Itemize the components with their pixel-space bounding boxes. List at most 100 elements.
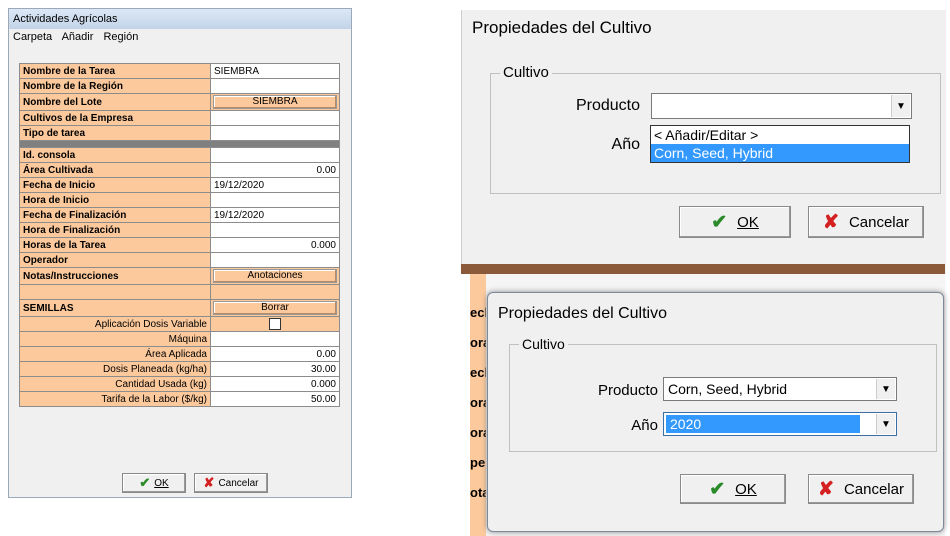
cultivo-group-label: Cultivo (500, 64, 552, 81)
row-value[interactable] (210, 222, 340, 238)
ok-button[interactable]: ✔ OK (680, 474, 786, 504)
row-value[interactable]: 19/12/2020 (210, 207, 340, 223)
grid-row: Hora de Inicio (19, 192, 340, 208)
cancel-label: Cancelar (848, 213, 909, 231)
row-value[interactable]: 0.00 (210, 346, 340, 362)
row-label: Máquina (19, 331, 211, 347)
ok-label: OK (154, 477, 169, 489)
row-label: Aplicación Dosis Variable (19, 316, 211, 332)
row-label: Cultivos de la Empresa (19, 110, 211, 126)
grid-row: Aplicación Dosis Variable (19, 316, 340, 332)
anio-value: 2020 (666, 415, 860, 433)
grid-row: Hora de Finalización (19, 222, 340, 238)
chevron-down-icon[interactable]: ▼ (891, 95, 910, 117)
grid-row: Cultivos de la Empresa (19, 110, 340, 126)
window-title: Actividades Agrícolas (9, 9, 351, 29)
dropdown-option-add-edit[interactable]: < Añadir/Editar > (651, 126, 909, 144)
row-label: SEMILLAS (19, 299, 211, 317)
anio-combobox[interactable]: 2020 ▼ (663, 412, 897, 436)
producto-label: Producto (597, 382, 658, 399)
grid-row: Área Cultivada 0.00 (19, 162, 340, 178)
producto-combobox[interactable]: ▼ (651, 93, 912, 119)
dropdown-option-corn[interactable]: Corn, Seed, Hybrid (651, 144, 909, 162)
menu-region[interactable]: Región (103, 31, 138, 43)
row-blank (210, 284, 340, 300)
grid-row: Cantidad Usada (kg) 0.000 (19, 376, 340, 392)
chevron-down-icon[interactable]: ▼ (876, 414, 895, 434)
row-value[interactable] (210, 125, 340, 141)
grid-row: Nombre del Lote SIEMBRA (19, 93, 340, 111)
check-icon: ✔ (139, 475, 151, 490)
row-label: Operador (19, 252, 211, 268)
row-button[interactable]: Anotaciones (213, 269, 337, 283)
ok-button[interactable]: ✔ OK (122, 473, 186, 493)
grid-row: Fecha de Finalización 19/12/2020 (19, 207, 340, 223)
grid-row: Tipo de tarea (19, 125, 340, 141)
row-button[interactable]: Borrar (213, 301, 337, 315)
background-label-column: ech ora ech ora ora pe ota (470, 274, 486, 536)
row-value[interactable] (210, 192, 340, 208)
row-value[interactable]: SIEMBRA (210, 63, 340, 79)
row-label: Nombre de la Tarea (19, 63, 211, 79)
grid-separator (19, 140, 340, 148)
row-value[interactable] (210, 147, 340, 163)
row-value[interactable]: 0.00 (210, 162, 340, 178)
row-value[interactable] (210, 252, 340, 268)
row-value[interactable]: 0.000 (210, 237, 340, 253)
menu-anadir[interactable]: Añadir (62, 31, 94, 43)
ok-button[interactable]: ✔ OK (679, 206, 791, 238)
main-buttons: ✔ OK ✘ Cancelar (122, 473, 268, 493)
crop-properties-dialog-filled: Propiedades del Cultivo Cultivo Producto… (487, 292, 944, 532)
grid-row: Id. consola (19, 147, 340, 163)
background-window-strip (461, 264, 945, 274)
producto-label: Producto (575, 97, 640, 114)
grid-row: Operador (19, 252, 340, 268)
row-value[interactable]: 50.00 (210, 391, 340, 407)
grid-row: Nombre de la Región (19, 78, 340, 94)
row-label (19, 284, 211, 300)
row-label: Id. consola (19, 147, 211, 163)
cancel-label: Cancelar (218, 477, 259, 489)
cancel-button[interactable]: ✘ Cancelar (194, 473, 268, 493)
row-label: Hora de Finalización (19, 222, 211, 238)
row-label: Tarifa de la Labor ($/kg) (19, 391, 211, 407)
producto-value: Corn, Seed, Hybrid (668, 381, 788, 397)
grid-row (19, 284, 340, 300)
close-icon: ✘ (823, 211, 839, 233)
background-fragment: pe (470, 455, 486, 470)
row-value[interactable] (210, 110, 340, 126)
row-value[interactable] (210, 331, 340, 347)
row-label: Nombre del Lote (19, 93, 211, 111)
row-value[interactable]: 30.00 (210, 361, 340, 377)
check-icon: ✔ (711, 211, 728, 233)
variable-rate-checkbox[interactable] (269, 318, 281, 330)
chevron-down-icon[interactable]: ▼ (876, 379, 895, 399)
row-value[interactable]: 19/12/2020 (210, 177, 340, 193)
row-button[interactable]: SIEMBRA (213, 95, 337, 109)
row-label: Área Aplicada (19, 346, 211, 362)
dialog-title: Propiedades del Cultivo (498, 305, 667, 322)
grid-row: SEMILLAS Borrar (19, 299, 340, 317)
producto-combobox[interactable]: Corn, Seed, Hybrid ▼ (663, 377, 897, 401)
task-properties-grid: Nombre de la Tarea SIEMBRA Nombre de la Re… (19, 63, 340, 407)
grid-row: Fecha de Inicio 19/12/2020 (19, 177, 340, 193)
cancel-button[interactable]: ✘ Cancelar (808, 206, 924, 238)
row-label: Nombre de la Región (19, 78, 211, 94)
menu-carpeta[interactable]: Carpeta (13, 31, 52, 43)
row-label: Tipo de tarea (19, 125, 211, 141)
row-value[interactable]: 0.000 (210, 376, 340, 392)
row-value-button-cell[interactable]: Borrar (210, 299, 340, 317)
cancel-button[interactable]: ✘ Cancelar (808, 474, 914, 504)
row-value-button-cell[interactable]: SIEMBRA (210, 93, 340, 111)
row-label: Cantidad Usada (kg) (19, 376, 211, 392)
row-value-button-cell[interactable]: Anotaciones (210, 267, 340, 285)
grid-row: Horas de la Tarea 0.000 (19, 237, 340, 253)
close-icon: ✘ (203, 475, 215, 490)
menu-bar: Carpeta Añadir Región (9, 29, 351, 45)
ok-label: OK (735, 480, 757, 498)
close-icon: ✘ (818, 478, 834, 500)
row-checkbox-cell[interactable] (210, 316, 340, 332)
producto-dropdown-list: < Añadir/Editar > Corn, Seed, Hybrid (650, 125, 910, 163)
row-value[interactable] (210, 78, 340, 94)
anio-label: Año (631, 417, 658, 434)
